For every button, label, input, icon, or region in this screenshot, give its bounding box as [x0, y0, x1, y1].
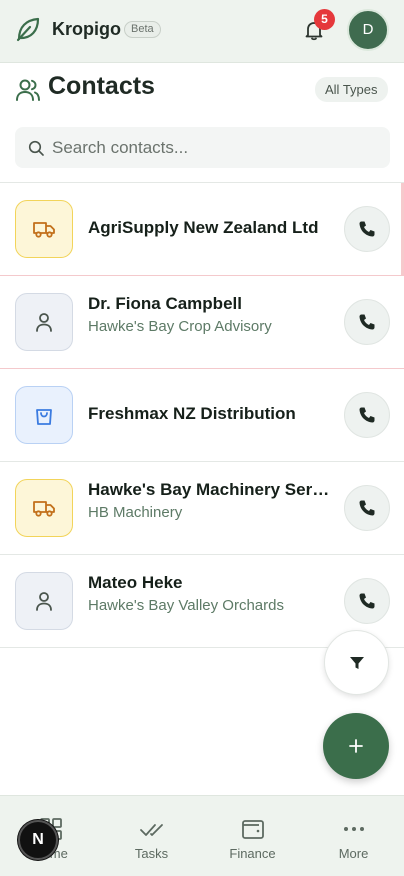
contact-name: AgriSupply New Zealand Ltd: [88, 218, 319, 237]
add-contact-button[interactable]: [323, 713, 389, 779]
search-box: [15, 127, 390, 168]
contact-type-tile: [15, 479, 73, 537]
contact-organization: HB Machinery: [88, 504, 183, 521]
nav-label: More: [338, 846, 369, 861]
dev-tools-badge[interactable]: N: [18, 820, 58, 860]
phone-icon: [359, 593, 375, 609]
notification-count-badge: 5: [314, 9, 335, 30]
contact-name: Freshmax NZ Distribution: [88, 404, 296, 423]
nav-label: Finance: [229, 846, 276, 861]
filter-button[interactable]: [324, 630, 389, 695]
dots-icon: [344, 827, 364, 831]
contact-type-tile: [15, 200, 73, 258]
call-button[interactable]: [344, 485, 390, 531]
call-button[interactable]: [344, 299, 390, 345]
contact-organization: Hawke's Bay Crop Advisory: [88, 318, 272, 335]
contact-row[interactable]: Freshmax NZ Distribution: [0, 369, 404, 462]
nav-item-more[interactable]: More: [303, 796, 404, 876]
user-avatar[interactable]: D: [347, 9, 389, 51]
contact-name: Mateo Heke: [88, 573, 183, 592]
person-icon: [36, 592, 52, 611]
contact-list: AgriSupply New Zealand Ltd Dr. Fiona Cam…: [0, 182, 404, 648]
truck-icon: [33, 222, 55, 238]
call-button[interactable]: [344, 392, 390, 438]
contact-type-tile: [15, 386, 73, 444]
contact-row[interactable]: AgriSupply New Zealand Ltd: [0, 183, 404, 276]
search-icon: [28, 140, 44, 156]
contact-row[interactable]: Dr. Fiona Campbell Hawke's Bay Crop Advi…: [0, 276, 404, 369]
checks-icon: [140, 824, 163, 836]
contact-type-tile: [15, 293, 73, 351]
plus-icon: [349, 739, 363, 753]
contact-type-tile: [15, 572, 73, 630]
wallet-icon: [242, 820, 264, 839]
contact-name: Hawke's Bay Machinery Services: [88, 480, 331, 499]
phone-icon: [359, 221, 375, 237]
person-icon: [36, 313, 52, 332]
filter-icon: [349, 656, 364, 669]
phone-icon: [359, 407, 375, 423]
phone-icon: [359, 314, 375, 330]
call-button[interactable]: [344, 206, 390, 252]
shopping-bag-icon: [36, 409, 52, 425]
nav-item-finance[interactable]: Finance: [202, 796, 303, 876]
call-button[interactable]: [344, 578, 390, 624]
leaf-logo-icon: [16, 17, 40, 42]
page-title: Contacts: [48, 72, 155, 100]
app-header: Kropigo Beta 5 D: [0, 0, 404, 63]
contact-organization: Hawke's Bay Valley Orchards: [88, 597, 284, 614]
truck-icon: [33, 501, 55, 517]
phone-icon: [359, 500, 375, 516]
nav-item-tasks[interactable]: Tasks: [101, 796, 202, 876]
bottom-nav: Home Tasks Finance More: [0, 795, 404, 876]
contact-row[interactable]: Hawke's Bay Machinery Services HB Machin…: [0, 462, 404, 555]
brand-name: Kropigo: [52, 19, 121, 39]
contact-name: Dr. Fiona Campbell: [88, 294, 242, 313]
users-icon: [16, 79, 40, 101]
nav-label: Tasks: [134, 846, 169, 861]
search-input[interactable]: [52, 127, 372, 168]
beta-badge: Beta: [124, 21, 161, 38]
type-filter-chip[interactable]: All Types: [315, 77, 388, 102]
